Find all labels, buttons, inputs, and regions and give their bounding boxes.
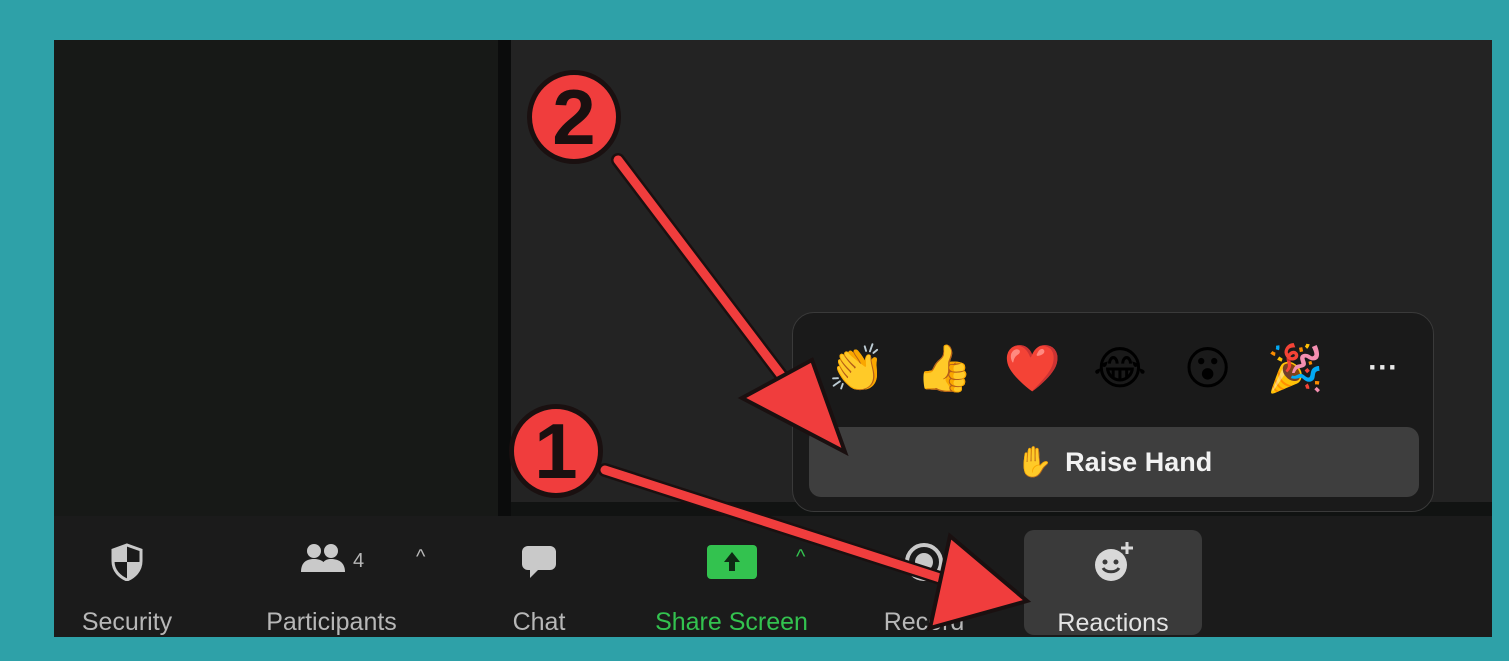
participants-chevron-up-icon[interactable]: ^ xyxy=(416,546,425,569)
share-screen-icon xyxy=(705,540,759,583)
reactions-popup: 👏 👍 ❤️ 😂 😮 🎉 ··· ✋ Raise Hand xyxy=(792,312,1434,512)
video-tile-left xyxy=(54,40,498,516)
tada-reaction[interactable]: 🎉 xyxy=(1252,333,1340,403)
security-label: Security xyxy=(81,608,173,636)
share-screen-button[interactable]: Share Screen xyxy=(639,516,824,637)
record-button[interactable]: Record xyxy=(874,516,974,637)
reactions-label: Reactions xyxy=(1057,609,1169,637)
share-chevron-up-icon[interactable]: ^ xyxy=(796,546,805,569)
reactions-smiley-icon xyxy=(1091,540,1135,584)
chat-label: Chat xyxy=(512,608,566,636)
chat-button[interactable]: Chat xyxy=(494,516,584,637)
thumbs-up-reaction[interactable]: 👍 xyxy=(901,333,989,403)
heart-reaction[interactable]: ❤️ xyxy=(988,333,1076,403)
step-marker-2: 2 xyxy=(527,70,621,164)
chat-bubble-icon xyxy=(520,540,558,583)
raised-hand-icon: ✋ xyxy=(1015,444,1054,480)
participants-icon xyxy=(299,542,347,581)
laugh-reaction[interactable]: 😂 xyxy=(1076,333,1164,403)
share-screen-label: Share Screen xyxy=(655,608,808,636)
step-marker-1: 1 xyxy=(509,404,603,498)
participants-button[interactable]: 4 Participants xyxy=(254,516,409,637)
reaction-emoji-row: 👏 👍 ❤️ 😂 😮 🎉 ··· xyxy=(813,333,1413,403)
surprised-reaction[interactable]: 😮 xyxy=(1164,333,1252,403)
raise-hand-label: Raise Hand xyxy=(1065,446,1213,477)
clap-reaction[interactable]: 👏 xyxy=(813,333,901,403)
reactions-button[interactable]: Reactions xyxy=(1024,530,1202,637)
meeting-toolbar: Security 4 Participants ^ Chat Share Scr… xyxy=(54,516,1492,637)
record-label: Record xyxy=(883,608,965,636)
record-icon xyxy=(904,540,944,583)
more-reactions-button[interactable]: ··· xyxy=(1353,351,1413,385)
security-button[interactable]: Security xyxy=(72,516,182,637)
participants-label: Participants xyxy=(266,608,397,636)
shield-icon xyxy=(110,540,144,583)
raise-hand-button[interactable]: ✋ Raise Hand xyxy=(809,427,1419,497)
participants-count: 4 xyxy=(352,550,365,572)
